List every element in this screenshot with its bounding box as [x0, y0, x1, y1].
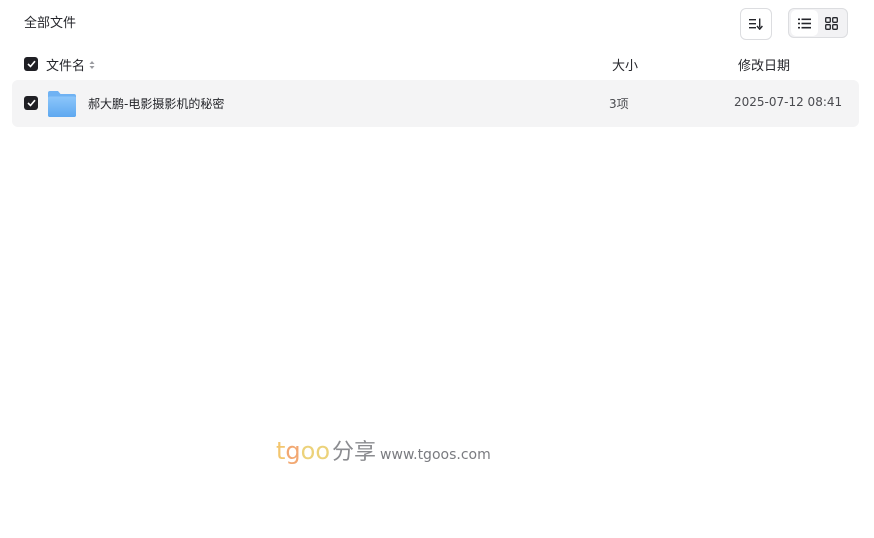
list-view-button[interactable]	[791, 10, 818, 36]
watermark-brand-t: t	[276, 437, 286, 465]
watermark: t g oo 分享 www.tgoos.com	[276, 434, 491, 466]
file-size: 3项	[609, 97, 629, 111]
grid-view-button[interactable]	[818, 10, 845, 36]
watermark-brand-cn: 分享	[332, 440, 377, 465]
list-view-icon	[798, 18, 811, 28]
select-all-checkbox[interactable]	[24, 57, 38, 71]
sort-icon	[749, 18, 763, 30]
date-column-header[interactable]: 修改日期	[738, 55, 790, 74]
grid-view-icon	[825, 16, 838, 30]
watermark-brand-oo: oo	[300, 437, 331, 465]
watermark-brand-g: g	[285, 437, 301, 465]
sort-toggle-icon	[89, 60, 95, 69]
check-icon	[26, 99, 36, 107]
breadcrumb[interactable]: 全部文件	[24, 14, 76, 34]
size-column-header[interactable]: 大小	[612, 55, 638, 74]
name-column-header[interactable]: 文件名	[46, 55, 95, 74]
file-manager-page: 全部文件 文件名 大小 修改日期 郝大鹏-电影摄影机的秘密 3项 2025-07…	[0, 0, 874, 538]
name-column-label: 文件名	[46, 59, 86, 74]
file-modified-date: 2025-07-12 08:41	[734, 95, 843, 109]
row-checkbox[interactable]	[24, 96, 38, 110]
view-toggle	[788, 8, 848, 38]
check-icon	[26, 60, 36, 68]
sort-button[interactable]	[740, 8, 772, 40]
watermark-url: www.tgoos.com	[380, 447, 491, 463]
table-row[interactable]: 郝大鹏-电影摄影机的秘密 3项 2025-07-12 08:41	[12, 80, 859, 127]
folder-icon	[48, 91, 76, 117]
file-name[interactable]: 郝大鹏-电影摄影机的秘密	[88, 95, 224, 112]
table-header: 文件名 大小 修改日期	[12, 52, 859, 76]
